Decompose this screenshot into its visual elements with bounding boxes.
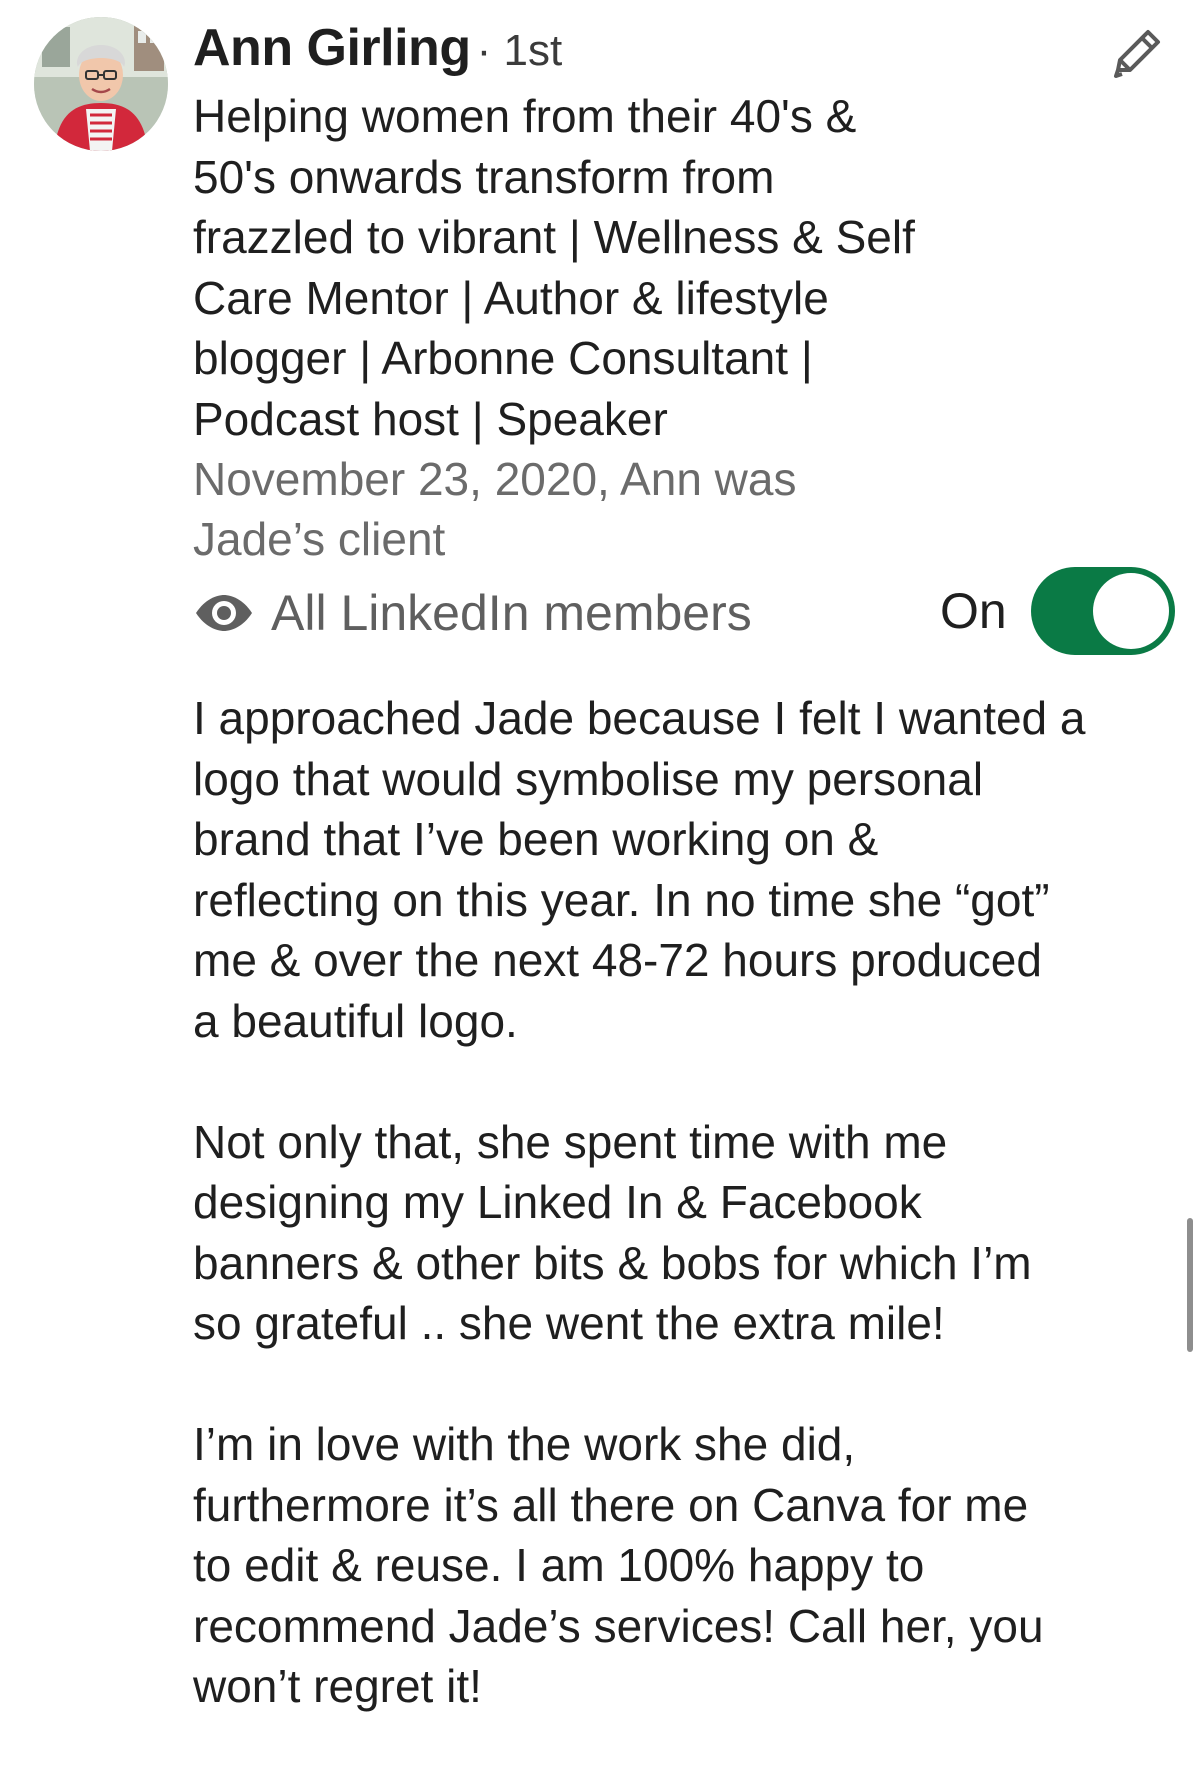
text-line: won’t regret it! (193, 1660, 482, 1712)
pencil-icon (1114, 30, 1160, 78)
text-line: I approached Jade because I felt I wante… (193, 692, 1086, 744)
text-line: so grateful .. she went the extra mile! (193, 1297, 945, 1349)
profile-photo (34, 17, 168, 151)
author-name-row: Ann Girling · 1st (193, 18, 562, 88)
visibility-selector[interactable]: All LinkedIn members (193, 580, 752, 646)
recommendation-text: I approached Jade because I felt I wante… (193, 688, 1183, 1777)
toggle-state-label: On (940, 583, 1007, 639)
headline-line: frazzled to vibrant | Wellness & Self (193, 211, 915, 263)
text-line: logo that would symbolise my personal (193, 752, 984, 805)
text-line: brand that I’ve been working on & (193, 813, 879, 865)
visibility-toggle[interactable] (1030, 567, 1175, 655)
headline-line: 50's onwards transform from (193, 150, 775, 203)
text-line: banners & other bits & bobs for which I’… (193, 1236, 1032, 1289)
headline-line: Care Mentor | Author & lifestyle (193, 271, 829, 324)
recommendation-paragraph: I’m in love with the work she did, furth… (193, 1414, 1183, 1717)
text-line: I’m in love with the work she did, (193, 1418, 856, 1470)
connection-degree: · 1st (476, 26, 563, 75)
author-name[interactable]: Ann Girling (193, 18, 471, 78)
visibility-label: All LinkedIn members (271, 585, 752, 641)
recommendation-meta: November 23, 2020, Ann was Jade’s client (193, 449, 913, 569)
visibility-toggle-group: On (940, 566, 1175, 656)
text-line: reflecting on this year. In no time she … (193, 873, 1050, 926)
meta-line: November 23, 2020, Ann was (193, 453, 797, 505)
text-line: Not only that, she spent time with me (193, 1115, 948, 1168)
headline-line: Podcast host | Speaker (193, 392, 668, 445)
avatar[interactable] (34, 17, 168, 151)
meta-line: Jade’s client (193, 513, 446, 565)
scrollbar[interactable] (1187, 1218, 1193, 1352)
text-line: to edit & reuse. I am 100% happy to (193, 1539, 925, 1591)
eye-icon (196, 595, 252, 631)
text-line: designing my Linked In & Facebook (193, 1176, 922, 1228)
toggle-knob (1092, 573, 1169, 649)
recommendation-paragraph: I approached Jade because I felt I wante… (193, 688, 1183, 1051)
edit-button[interactable] (1098, 16, 1174, 92)
text-line: me & over the next 48-72 hours produced (193, 934, 1042, 986)
author-headline: Helping women from their 40's & 50's onw… (193, 86, 993, 449)
headline-line: blogger | Arbonne Consultant | (193, 332, 813, 384)
recommendation-paragraph: Not only that, she spent time with me de… (193, 1112, 1183, 1354)
text-line: a beautiful logo. (193, 994, 518, 1047)
text-line: furthermore it’s all there on Canva for … (193, 1478, 1029, 1531)
text-line: recommend Jade’s services! Call her, you (193, 1599, 1044, 1652)
headline-line: Helping women from their 40's & (193, 90, 857, 142)
